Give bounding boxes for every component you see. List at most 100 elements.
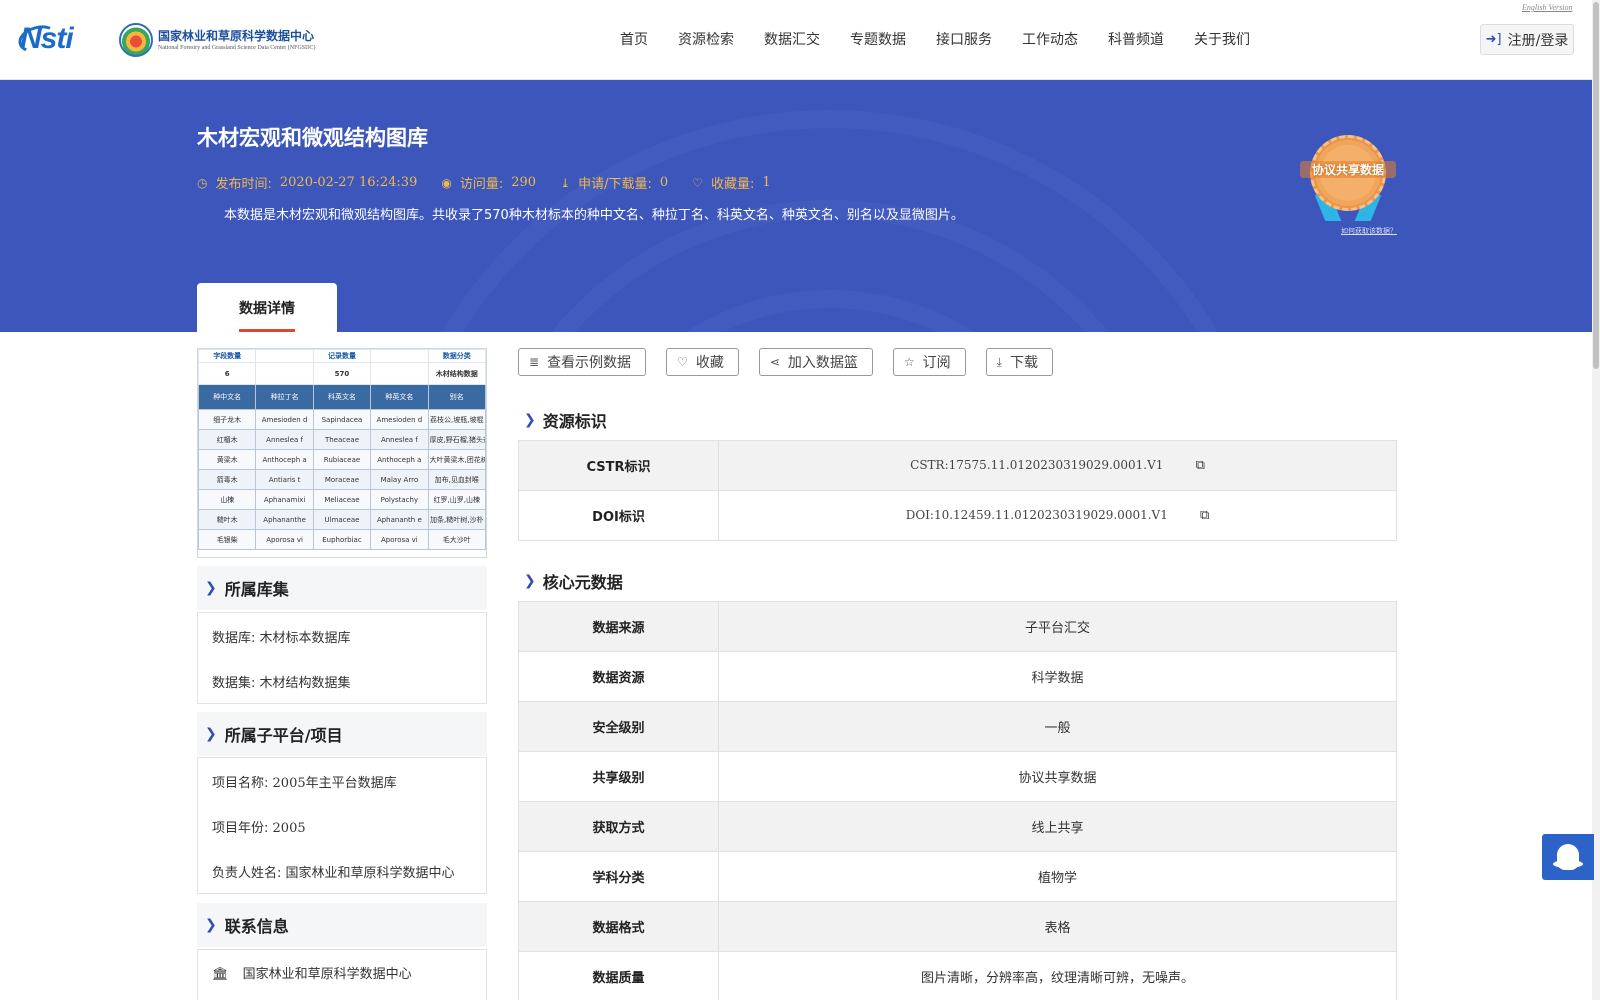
metadata-key: 获取方式 [518, 801, 719, 852]
preview-cell: 大叶黄梁木,团花树 [427, 449, 486, 470]
nav-topics[interactable]: 专题数据 [850, 29, 906, 49]
how-to-get-data-link[interactable]: 如何获取该数据？ [1341, 226, 1397, 236]
favorite-label: 收藏 [695, 355, 724, 371]
database-value[interactable]: 木材标本数据库 [260, 631, 351, 646]
table-row: 数据资源 科学数据 [518, 651, 1397, 702]
preview-table: 字段数量 记录数量 数据分类 6 570 木材结构数据 种中文名 种拉丁名 科英… [198, 349, 486, 550]
preview-cell: Aphanamixi [255, 489, 314, 510]
main-nav: 首页 资源检索 数据汇交 专题数据 接口服务 工作动态 科普频道 关于我们 [620, 29, 1280, 49]
nav-science[interactable]: 科普频道 [1108, 29, 1164, 49]
doi-key: DOI标识 [518, 490, 719, 541]
summary-value: 木材结构数据 [427, 362, 486, 385]
dataset-description: 本数据是木材宏观和微观结构图库。共收录了570种木材标本的种中文名、种拉丁名、科… [224, 208, 964, 223]
copy-icon[interactable]: ⧉ [1200, 508, 1209, 523]
download-button[interactable]: ⤓ 下载 [985, 348, 1053, 376]
institution-icon: 🏛 [212, 967, 229, 982]
copy-icon[interactable]: ⧉ [1196, 458, 1205, 473]
summary-label: 数据分类 [427, 349, 486, 363]
summary-value: 6 [198, 362, 257, 385]
download-icon: ⤓ [560, 175, 571, 190]
preview-cell: Aphananth e [370, 509, 429, 530]
metadata-key: 数据质量 [518, 951, 719, 1000]
summary-label: 记录数量 [312, 349, 372, 363]
add-to-basket-label: 加入数据篮 [787, 355, 858, 371]
database-icon: ≣ [529, 355, 540, 369]
preview-row: 毛银柴 Aporosa vi Euphorbiac Aporosa vi 毛大沙叶 [198, 529, 486, 550]
project-name-value: 2005年主平台数据库 [272, 776, 397, 791]
download-icon: ⤓ [996, 354, 1002, 369]
metadata-key: 安全级别 [518, 701, 719, 752]
preview-header: 种英文名 [370, 384, 429, 410]
english-version-link[interactable]: English Version [1522, 3, 1572, 12]
login-register-button[interactable]: ➜] 注册/登录 [1480, 24, 1574, 55]
preview-cell: Moraceae [312, 469, 372, 490]
project-year-label: 项目年份: [212, 821, 269, 836]
chevron-right-icon: ❯ [205, 580, 217, 596]
preview-cell: Anneslea f [255, 429, 314, 450]
preview-cell: 细子龙木 [198, 409, 257, 430]
preview-cell: 红楣木 [198, 429, 257, 450]
identifiers-title: 资源标识 [542, 412, 607, 431]
metadata-value: 子平台汇交 [718, 601, 1397, 652]
preview-cell: Malay Arro [370, 469, 429, 490]
dataset-value[interactable]: 木材结构数据集 [260, 676, 351, 691]
clock-icon: ◷ [197, 175, 208, 190]
metadata-key: 数据来源 [518, 601, 719, 652]
table-row: 获取方式 线上共享 [518, 801, 1397, 852]
qq-chat-button[interactable] [1542, 834, 1594, 880]
chevron-right-icon: ❯ [205, 917, 217, 933]
login-label: 注册/登录 [1507, 32, 1569, 49]
table-row: 数据来源 子平台汇交 [518, 601, 1397, 652]
site-name-cn: 国家林业和草原科学数据中心 [158, 29, 315, 43]
preview-cell: Polystachy [370, 489, 429, 510]
summary-value: 570 [312, 362, 372, 385]
nav-submit[interactable]: 数据汇交 [764, 29, 820, 49]
nav-search[interactable]: 资源检索 [678, 29, 734, 49]
nfgsdc-emblem-logo[interactable] [119, 23, 153, 57]
share-type-badge: 协议共享数据 [1300, 135, 1396, 221]
tab-data-details[interactable]: 数据详情 [197, 283, 337, 332]
preview-cell: 黄梁木 [198, 449, 257, 470]
preview-cell: Theaceae [312, 429, 372, 450]
nav-about[interactable]: 关于我们 [1194, 29, 1250, 49]
table-row: CSTR标识 CSTR:17575.11.0120230319029.0001.… [518, 440, 1397, 491]
summary-empty [255, 362, 314, 385]
nsti-logo[interactable]: Nsti [15, 21, 74, 57]
data-preview-thumbnail[interactable]: 字段数量 记录数量 数据分类 6 570 木材结构数据 种中文名 种拉丁名 科英… [197, 348, 487, 558]
metadata-value: 图片清晰，分辨率高，纹理清晰可辨，无噪声。 [718, 951, 1397, 1000]
summary-label: 字段数量 [198, 349, 257, 363]
preview-cell: 红罗,山罗,山楝 [427, 489, 486, 510]
nav-news[interactable]: 工作动态 [1022, 29, 1078, 49]
favorite-button[interactable]: ♡ 收藏 [666, 348, 739, 376]
view-sample-button[interactable]: ≣ 查看示例数据 [518, 348, 647, 376]
chevron-right-icon: ❯ [205, 726, 217, 742]
favorite-count: ♡ 收藏量: 1 [692, 175, 771, 192]
nav-api[interactable]: 接口服务 [936, 29, 992, 49]
preview-cell: Aphananthe [255, 509, 314, 530]
preview-row: 糙叶木 Aphananthe Ulmaceae Aphananth e 加条,糙叶树,沙… [198, 509, 486, 530]
cstr-value: CSTR:17575.11.0120230319029.0001.V1 [910, 458, 1164, 472]
database-label: 数据库: [212, 631, 256, 646]
download-label: 下载 [1009, 355, 1038, 371]
contact-box: 🏛 国家林业和草原科学数据中心 [197, 949, 487, 1000]
nav-home[interactable]: 首页 [620, 29, 648, 49]
contact-org-row: 🏛 国家林业和草原科学数据中心 [212, 963, 474, 982]
library-section-header: ❯ 所属库集 [197, 566, 487, 610]
metadata-value: 线上共享 [718, 801, 1397, 852]
cstr-key: CSTR标识 [518, 440, 719, 491]
page-scrollbar-thumb[interactable] [1593, 2, 1599, 369]
dataset-actions: ≣ 查看示例数据 ♡ 收藏 ⋖ 加入数据篮 ☆ 订阅 ⤓ 下载 [518, 348, 1073, 376]
preview-cell: 山楝 [198, 489, 257, 510]
subscribe-button[interactable]: ☆ 订阅 [892, 348, 966, 376]
preview-cell: Anthoceph a [370, 449, 429, 470]
table-row: 数据质量 图片清晰，分辨率高，纹理清晰可辨，无噪声。 [518, 951, 1397, 1000]
project-owner-value: 国家林业和草原科学数据中心 [285, 866, 455, 881]
chevron-right-icon: ❯ [524, 412, 536, 428]
metadata-value: 表格 [718, 901, 1397, 952]
core-metadata-section-header: ❯ 核心元数据 [524, 569, 623, 593]
table-row: 安全级别 一般 [518, 701, 1397, 752]
preview-cell: 毛大沙叶 [427, 529, 486, 550]
add-to-basket-button[interactable]: ⋖ 加入数据篮 [758, 348, 873, 376]
star-icon: ☆ [903, 355, 915, 369]
database-row: 数据库: 木材标本数据库 [212, 627, 474, 646]
